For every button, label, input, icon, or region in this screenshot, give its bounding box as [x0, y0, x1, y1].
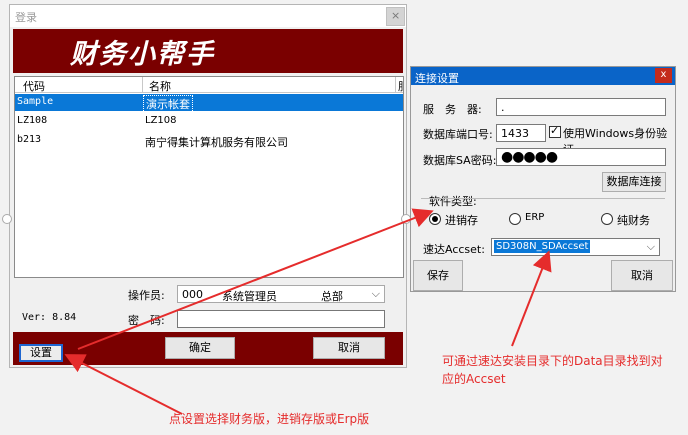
annotation-arrows [64, 208, 552, 415]
annotation-accset-line2: 应的Accset [442, 372, 506, 386]
annotation-accset-line1: 可通过速达安装目录下的Data目录找到对 [442, 354, 663, 368]
arrow-to-accset [511, 250, 552, 347]
annotation-settings: 点设置选择财务版，进销存版或Erp版 [169, 412, 370, 426]
arrow-to-software-type [77, 208, 434, 350]
arrow-to-settings-button [64, 354, 183, 415]
